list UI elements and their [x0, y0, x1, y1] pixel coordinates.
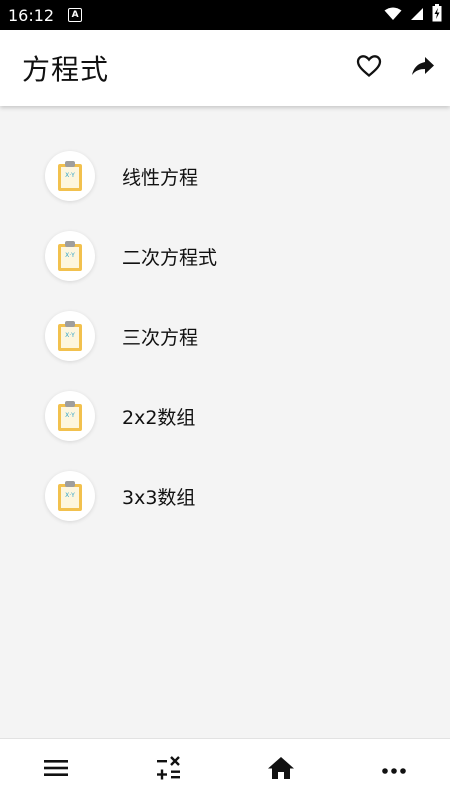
page-title: 方程式 — [22, 53, 110, 86]
list-item-3x3-array[interactable]: X·Y 3x3数组 — [0, 456, 450, 536]
svg-text:X·Y: X·Y — [65, 172, 75, 179]
status-time: 16:12 — [8, 5, 55, 25]
a-letter-icon: A — [68, 8, 83, 22]
battery-charging-icon — [432, 4, 442, 26]
app-bar: 方程式 — [0, 30, 450, 106]
list-item-linear-equation[interactable]: X·Y 线性方程 — [0, 136, 450, 216]
share-icon — [411, 56, 435, 80]
menu-icon — [43, 758, 69, 782]
svg-text:X·Y: X·Y — [65, 492, 75, 499]
wifi-icon — [384, 6, 402, 25]
bottom-nav — [0, 738, 450, 800]
menu-button[interactable] — [26, 745, 86, 795]
equation-list: X·Y 线性方程 X·Y 二次方程式 X·Y 三次方程 X·Y 2x2数组 X·… — [0, 136, 450, 536]
list-item-quadratic-equation[interactable]: X·Y 二次方程式 — [0, 216, 450, 296]
more-button[interactable] — [364, 745, 424, 795]
signal-icon — [410, 6, 424, 25]
svg-text:X·Y: X·Y — [65, 332, 75, 339]
clipboard-xy-icon: X·Y — [45, 151, 95, 201]
home-button[interactable] — [251, 745, 311, 795]
clipboard-xy-icon: X·Y — [45, 471, 95, 521]
list-item-label: 三次方程 — [122, 326, 199, 349]
calculator-operations-icon — [156, 755, 182, 785]
svg-text:X·Y: X·Y — [65, 412, 75, 419]
more-dots-icon — [381, 760, 407, 779]
app-bar-actions — [342, 41, 450, 95]
list-item-cubic-equation[interactable]: X·Y 三次方程 — [0, 296, 450, 376]
calculator-button[interactable] — [139, 745, 199, 795]
list-item-label: 线性方程 — [122, 166, 199, 189]
clipboard-xy-icon: X·Y — [45, 231, 95, 281]
status-icons — [384, 4, 442, 26]
favorite-button[interactable] — [342, 41, 396, 95]
clipboard-xy-icon: X·Y — [45, 391, 95, 441]
list-item-label: 二次方程式 — [122, 246, 218, 269]
share-button[interactable] — [396, 41, 450, 95]
home-icon — [267, 756, 295, 784]
list-item-2x2-array[interactable]: X·Y 2x2数组 — [0, 376, 450, 456]
clipboard-xy-icon: X·Y — [45, 311, 95, 361]
list-item-label: 3x3数组 — [122, 486, 196, 509]
favorite-heart-icon — [356, 54, 382, 82]
svg-text:X·Y: X·Y — [65, 252, 75, 259]
list-item-label: 2x2数组 — [122, 406, 196, 429]
status-bar: 16:12 A — [0, 0, 450, 30]
